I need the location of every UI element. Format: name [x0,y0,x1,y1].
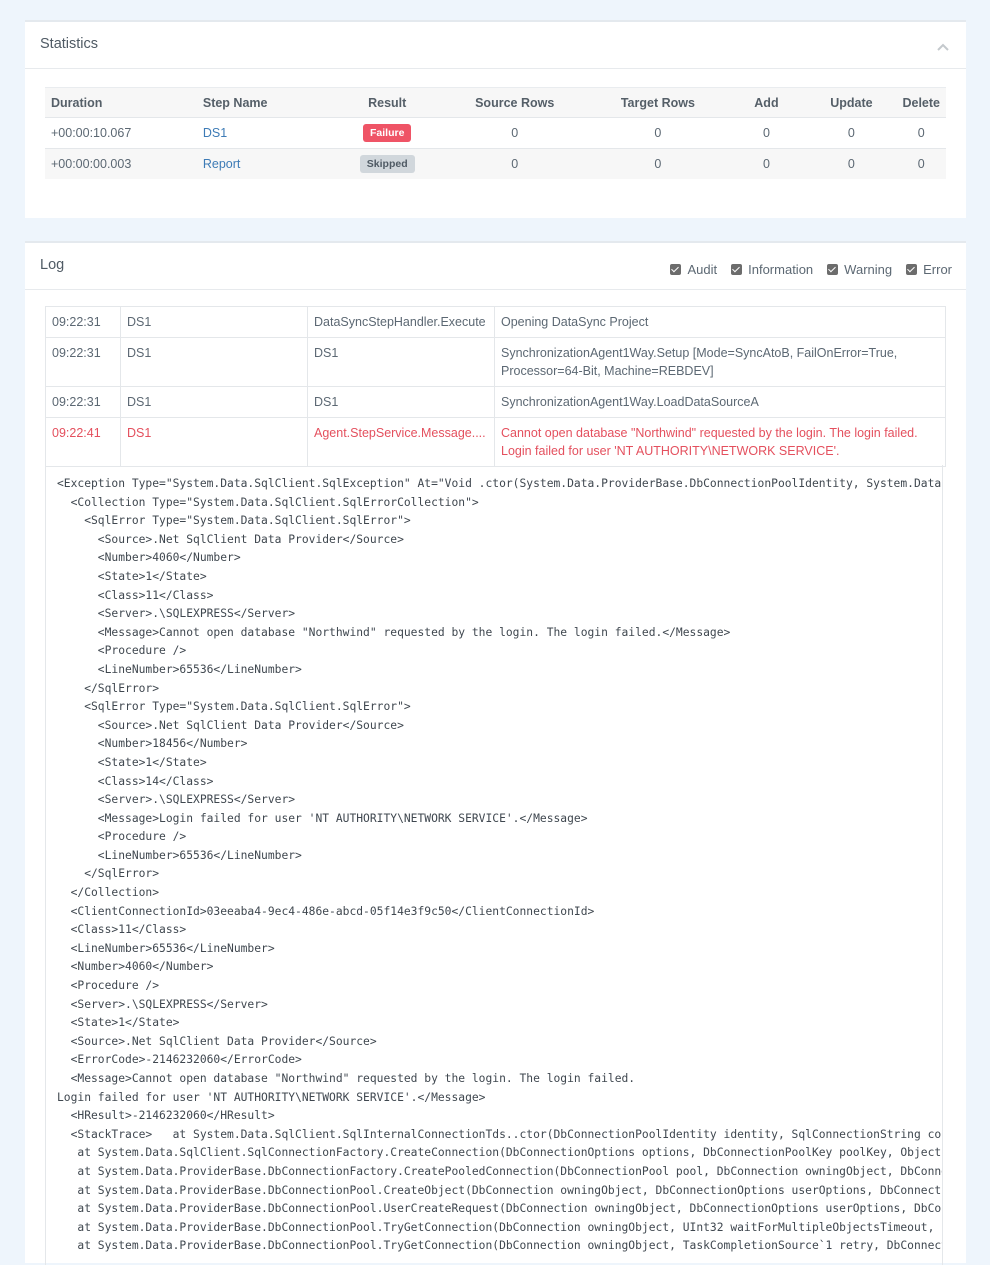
column-header-step-name: Step Name [196,87,335,118]
statistics-header: Statistics [25,22,966,69]
column-header-result: Result [334,87,441,118]
log-time: 09:22:31 [45,386,121,418]
log-source: Agent.StepService.Message.... [307,417,495,467]
filter-label: Error [923,262,952,277]
log-source: DS1 [307,386,495,418]
log-card: Log Audit Information Warning Error 09:2… [25,241,966,1265]
log-time: 09:22:31 [45,337,121,387]
delete-cell: 0 [896,148,946,179]
filter-warning[interactable]: Warning [827,262,892,277]
exception-xml: <Exception Type="System.Data.SqlClient.S… [57,477,943,1253]
log-message: Opening DataSync Project [494,306,946,338]
filter-error[interactable]: Error [906,262,952,277]
log-table: 09:22:31 DS1 DataSyncStepHandler.Execute… [45,306,946,467]
step-name-link[interactable]: Report [203,157,241,171]
log-message: SynchronizationAgent1Way.Setup [Mode=Syn… [494,337,946,387]
source-rows-cell: 0 [440,148,590,179]
checkbox-checked-icon[interactable] [906,264,918,275]
log-header: Log Audit Information Warning Error [25,243,966,290]
filter-label: Warning [844,262,893,277]
exception-detail[interactable]: <Exception Type="System.Data.SqlClient.S… [45,465,943,1265]
source-rows-cell: 0 [440,117,590,149]
statistics-title: Statistics [40,36,99,52]
target-rows-cell: 0 [589,148,727,179]
log-level-filters: Audit Information Warning Error [670,262,952,277]
checkbox-checked-icon[interactable] [670,264,682,275]
log-row[interactable]: 09:22:31 DS1 DS1 SynchronizationAgent1Wa… [45,337,946,387]
filter-audit[interactable]: Audit [670,262,717,277]
log-row[interactable]: 09:22:31 DS1 DS1 SynchronizationAgent1Wa… [45,386,946,418]
log-step: DS1 [120,337,308,387]
filter-label: Audit [687,262,718,277]
log-step: DS1 [120,417,308,467]
update-cell: 0 [806,148,897,179]
column-header-source-rows: Source Rows [440,87,590,118]
checkbox-checked-icon[interactable] [827,264,839,275]
delete-cell: 0 [896,117,946,149]
target-rows-cell: 0 [589,117,727,149]
duration-cell: +00:00:00.003 [45,148,197,179]
table-row: +00:00:00.003 Report Skipped 0 0 0 0 0 [45,148,946,179]
filter-label: Information [748,262,814,277]
log-source: DataSyncStepHandler.Execute [307,306,495,338]
log-title: Log [40,257,65,273]
log-source: DS1 [307,337,495,387]
column-header-update: Update [806,87,897,118]
chevron-up-icon[interactable] [936,40,950,51]
log-time: 09:22:41 [45,417,121,467]
log-step: DS1 [120,306,308,338]
add-cell: 0 [726,148,807,179]
filter-information[interactable]: Information [731,262,813,277]
statistics-table: Duration Step Name Result Source Rows Ta… [45,87,946,179]
column-header-delete: Delete [896,87,946,118]
update-cell: 0 [806,117,897,149]
log-row[interactable]: 09:22:31 DS1 DataSyncStepHandler.Execute… [45,306,946,338]
log-message: SynchronizationAgent1Way.LoadDataSourceA [494,386,946,418]
duration-cell: +00:00:10.067 [45,117,197,149]
log-message: Cannot open database "Northwind" request… [494,417,946,467]
log-row-error[interactable]: 09:22:41 DS1 Agent.StepService.Message..… [45,417,946,467]
statistics-header-row: Duration Step Name Result Source Rows Ta… [45,87,946,118]
column-header-duration: Duration [45,87,197,118]
status-badge: Failure [362,124,412,142]
table-row: +00:00:10.067 DS1 Failure 0 0 0 0 0 [45,117,946,149]
statistics-card: Statistics Duration Step Name Result Sou… [25,20,966,218]
column-header-add: Add [726,87,807,118]
log-step: DS1 [120,386,308,418]
add-cell: 0 [726,117,807,149]
step-name-link[interactable]: DS1 [203,126,227,140]
column-header-target-rows: Target Rows [589,87,727,118]
status-badge: Skipped [359,155,415,173]
checkbox-checked-icon[interactable] [731,264,743,275]
log-time: 09:22:31 [45,306,121,338]
